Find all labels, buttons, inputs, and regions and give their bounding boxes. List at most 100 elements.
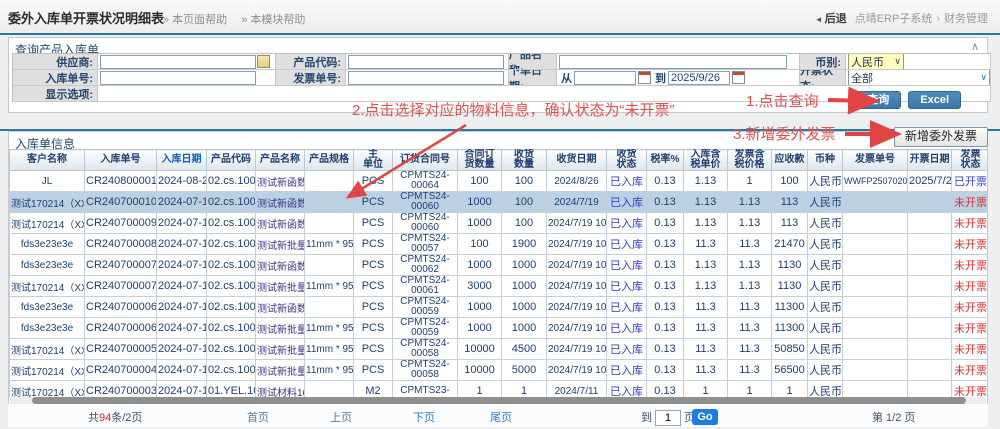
page-help-link[interactable]: » 本页面帮助	[163, 14, 227, 26]
cell-product_name[interactable]: 测试新函数成	[256, 297, 305, 318]
cell-tax_rate[interactable]: 0.13	[647, 255, 684, 276]
table-row[interactable]: JLCR2408000012024-08-2602.cs.100241测试新函数…	[10, 171, 988, 192]
cell-contract_no[interactable]: CPMTS24-00060	[393, 192, 458, 213]
cell-recv_qty[interactable]: 5000	[502, 360, 547, 381]
cell-receipt_date[interactable]: 2024-07-19	[157, 192, 207, 213]
cell-recv_qty[interactable]: 100	[502, 171, 547, 192]
cell-invoice_no[interactable]	[843, 276, 908, 297]
cell-invoice_status[interactable]: 未开票	[952, 297, 988, 318]
cell-customer[interactable]: 测试170214（XX）	[10, 381, 85, 398]
col-header-receipt_date[interactable]: 入库日期	[157, 150, 207, 171]
cell-invoice_price[interactable]: 1	[728, 381, 772, 398]
cell-recv_date[interactable]: 2024/7/19 10	[547, 318, 607, 339]
cell-product_code[interactable]: 02.cs.100246	[207, 360, 256, 381]
cell-recv_status[interactable]: 已入库	[607, 318, 647, 339]
cell-product_spec[interactable]: 11mm * 95m	[305, 339, 354, 360]
cell-product_spec[interactable]: 11mm * 95m	[305, 276, 354, 297]
cell-currency[interactable]: 人民币	[808, 234, 843, 255]
cell-invoice_date[interactable]	[908, 234, 952, 255]
cell-contract_qty[interactable]: 100	[458, 171, 502, 192]
cell-unit_price[interactable]: 11.3	[684, 318, 728, 339]
cell-unit_price[interactable]: 11.3	[684, 360, 728, 381]
cell-tax_rate[interactable]: 0.13	[647, 360, 684, 381]
cell-receipt_date[interactable]: 2024-07-19	[157, 318, 207, 339]
cell-recv_status[interactable]: 已入库	[607, 255, 647, 276]
cell-recv_status[interactable]: 已入库	[607, 192, 647, 213]
cell-currency[interactable]: 人民币	[808, 213, 843, 234]
receipt-no-input[interactable]	[100, 71, 256, 85]
cell-unit[interactable]: PCS	[354, 255, 393, 276]
cell-product_name[interactable]: 测试新函数成	[256, 255, 305, 276]
cell-invoice_no[interactable]	[843, 381, 908, 398]
cell-product_code[interactable]: 02.cs.100246	[207, 276, 256, 297]
cell-unit_price[interactable]: 1.13	[684, 192, 728, 213]
cell-currency[interactable]: 人民币	[808, 255, 843, 276]
cell-contract_qty[interactable]: 1000	[458, 318, 502, 339]
cell-receivable[interactable]: 100	[772, 171, 808, 192]
cell-unit[interactable]: PCS	[354, 360, 393, 381]
cell-unit[interactable]: PCS	[354, 339, 393, 360]
cell-invoice_status[interactable]: 已开票	[952, 171, 988, 192]
supplier-lookup-icon[interactable]	[257, 55, 270, 68]
cell-receivable[interactable]: 1130	[772, 276, 808, 297]
cell-product_spec[interactable]	[305, 213, 354, 234]
cell-contract_no[interactable]: CPMTS24-00061	[393, 276, 458, 297]
cell-invoice_price[interactable]: 1.13	[728, 255, 772, 276]
cell-receivable[interactable]: 11300	[772, 297, 808, 318]
cell-invoice_no[interactable]	[843, 297, 908, 318]
cell-receipt_date[interactable]: 2024-08-26	[157, 171, 207, 192]
cell-contract_no[interactable]: CPMTS24-00058	[393, 339, 458, 360]
cell-customer[interactable]: 测试170214（XX）	[10, 276, 85, 297]
invoice-status-select[interactable]: 全部∨	[848, 70, 990, 86]
cell-unit[interactable]: PCS	[354, 318, 393, 339]
cell-invoice_status[interactable]: 未开票	[952, 192, 988, 213]
cell-receipt_no[interactable]: CR240700008	[85, 234, 157, 255]
cell-unit_price[interactable]: 1.13	[684, 213, 728, 234]
cell-product_name[interactable]: 测试新函数成	[256, 171, 305, 192]
cell-unit_price[interactable]: 1	[684, 381, 728, 398]
cell-recv_date[interactable]: 2024/7/19 10	[547, 234, 607, 255]
cell-receivable[interactable]: 1130	[772, 255, 808, 276]
cell-contract_qty[interactable]: 10000	[458, 360, 502, 381]
cell-receipt_no[interactable]: CR240700009	[85, 213, 157, 234]
cell-product_code[interactable]: 02.cs.100241	[207, 213, 256, 234]
cell-contract_qty[interactable]: 10000	[458, 339, 502, 360]
cell-receipt_no[interactable]: CR240700010	[85, 192, 157, 213]
cell-recv_qty[interactable]: 1000	[502, 318, 547, 339]
cell-invoice_status[interactable]: 未开票	[952, 255, 988, 276]
cell-currency[interactable]: 人民币	[808, 276, 843, 297]
cell-product_name[interactable]: 测试新批量领	[256, 339, 305, 360]
table-row[interactable]: 测试170214（XX）CR2407000102024-07-1902.cs.1…	[10, 192, 988, 213]
cell-product_code[interactable]: 02.cs.100241	[207, 255, 256, 276]
cell-receivable[interactable]: 56500	[772, 360, 808, 381]
cell-product_spec[interactable]	[305, 255, 354, 276]
cell-recv_qty[interactable]: 1	[502, 381, 547, 398]
cell-product_code[interactable]: 02.cs.100246	[207, 339, 256, 360]
cell-receipt_no[interactable]: CR240800001	[85, 171, 157, 192]
cell-invoice_status[interactable]: 未开票	[952, 318, 988, 339]
cell-unit[interactable]: PCS	[354, 234, 393, 255]
date-from-input[interactable]	[574, 71, 636, 85]
cell-invoice_status[interactable]: 未开票	[952, 276, 988, 297]
cell-tax_rate[interactable]: 0.13	[647, 297, 684, 318]
cell-contract_qty[interactable]: 3000	[458, 276, 502, 297]
cell-invoice_date[interactable]	[908, 318, 952, 339]
cell-invoice_no[interactable]	[843, 213, 908, 234]
cell-contract_no[interactable]: CPMTS24-00059	[393, 297, 458, 318]
cell-invoice_date[interactable]	[908, 192, 952, 213]
table-row[interactable]: fds3e23e3eCR2407000062024-07-1902.cs.100…	[10, 318, 988, 339]
cell-invoice_date[interactable]	[908, 297, 952, 318]
cell-invoice_status[interactable]: 未开票	[952, 339, 988, 360]
cell-customer[interactable]: JL	[10, 171, 85, 192]
cell-invoice_price[interactable]: 1	[728, 171, 772, 192]
cell-contract_no[interactable]: CPMTS24-00062	[393, 255, 458, 276]
module-help-link[interactable]: » 本模块帮助	[241, 14, 305, 26]
cell-invoice_no[interactable]	[843, 192, 908, 213]
cell-receipt_no[interactable]: CR240700007	[85, 276, 157, 297]
cell-invoice_date[interactable]	[908, 381, 952, 398]
cell-product_code[interactable]: 02.cs.100241	[207, 171, 256, 192]
cell-receipt_no[interactable]: CR240700006	[85, 297, 157, 318]
cell-contract_qty[interactable]: 100	[458, 234, 502, 255]
calendar-icon[interactable]	[732, 71, 745, 84]
cell-recv_date[interactable]: 2024/7/19 10	[547, 360, 607, 381]
